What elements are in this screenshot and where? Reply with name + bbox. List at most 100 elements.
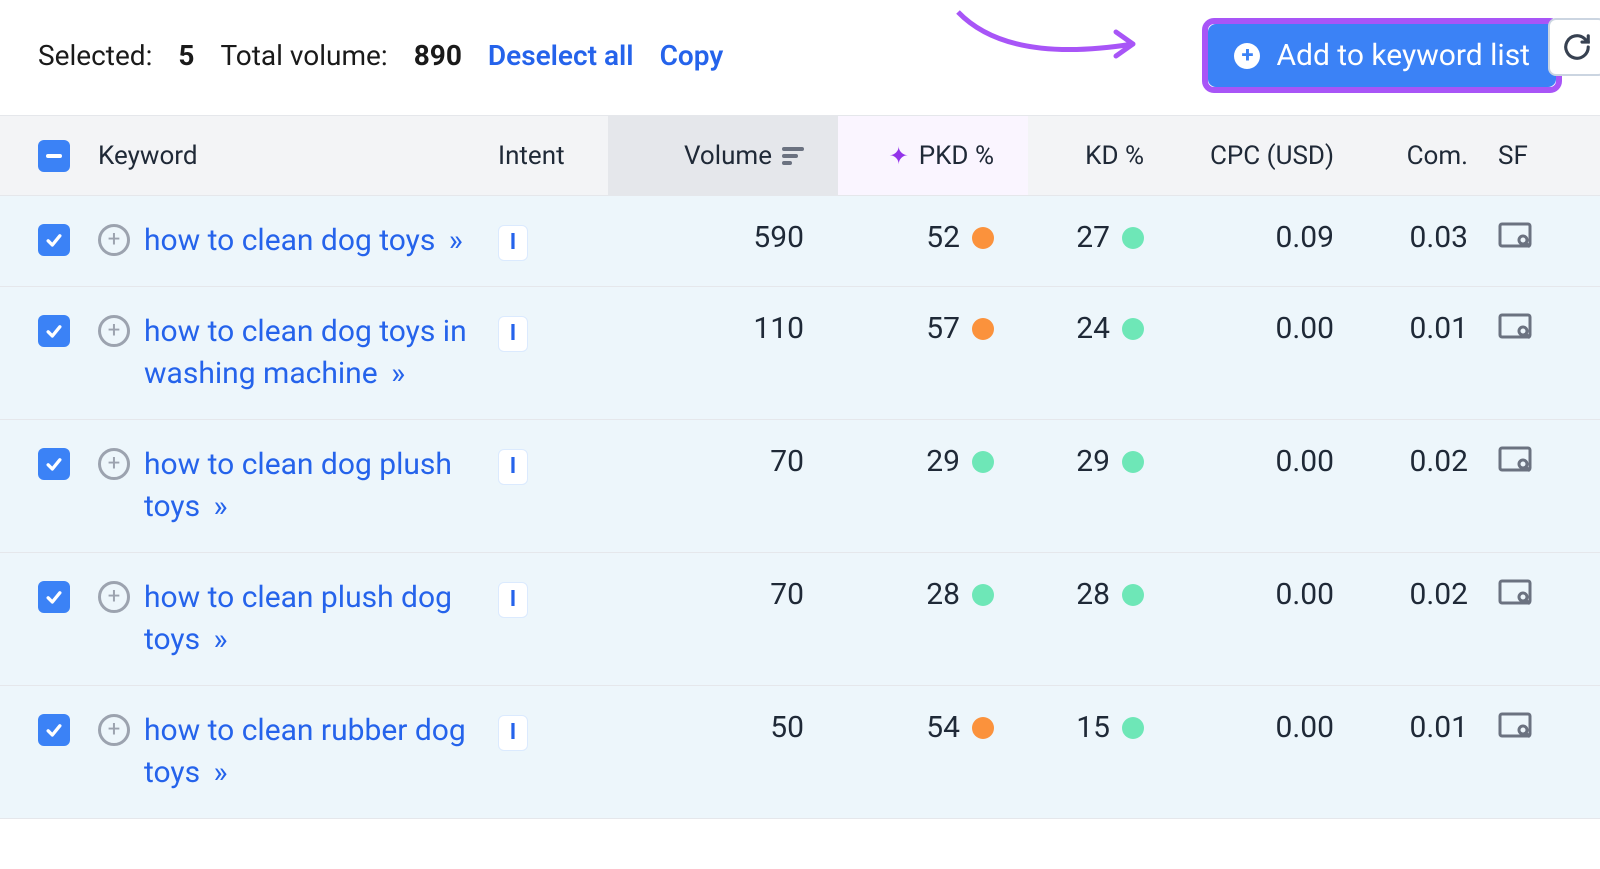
keyword-link[interactable]: how to clean dog toys »: [144, 220, 463, 262]
pkd-cell: 28: [838, 577, 1028, 612]
pkd-value: 52: [926, 220, 960, 255]
kd-value: 24: [1076, 311, 1110, 346]
row-checkbox[interactable]: [38, 315, 70, 347]
keyword-link[interactable]: how to clean rubber dog toys »: [144, 710, 474, 794]
keyword-link[interactable]: how to clean dog toys in washing machine…: [144, 311, 474, 395]
pkd-dot-icon: [972, 318, 994, 340]
pkd-dot-icon: [972, 584, 994, 606]
selected-label: Selected:: [38, 39, 152, 72]
column-keyword[interactable]: Keyword: [98, 141, 498, 171]
cpc-cell: 0.00: [1178, 577, 1368, 612]
copy-link[interactable]: Copy: [660, 39, 724, 72]
serp-features-button[interactable]: [1498, 220, 1568, 250]
row-checkbox[interactable]: [38, 448, 70, 480]
pkd-dot-icon: [972, 451, 994, 473]
open-chevrons-icon: »: [214, 622, 228, 657]
kd-cell: 15: [1028, 710, 1178, 745]
pkd-value: 54: [926, 710, 960, 745]
table-row: + how to clean dog toys in washing machi…: [0, 287, 1600, 420]
serp-features-button[interactable]: [1498, 577, 1568, 607]
deselect-all-link[interactable]: Deselect all: [488, 39, 634, 72]
kd-dot-icon: [1122, 227, 1144, 249]
keyword-text: how to clean rubber dog toys: [144, 713, 466, 790]
com-cell: 0.02: [1368, 444, 1498, 479]
keyword-text: how to clean dog plush toys: [144, 447, 452, 524]
pkd-dot-icon: [972, 717, 994, 739]
intent-badge: I: [498, 715, 528, 751]
add-to-keyword-list-button[interactable]: + Add to keyword list: [1208, 24, 1556, 87]
kd-value: 15: [1076, 710, 1110, 745]
pkd-cell: 54: [838, 710, 1028, 745]
row-checkbox[interactable]: [38, 581, 70, 613]
keyword-text: how to clean dog toys: [144, 223, 435, 258]
volume-cell: 70: [608, 577, 838, 612]
refresh-icon: [1562, 32, 1592, 62]
action-bar: Selected: 5 Total volume: 890 Deselect a…: [0, 0, 1600, 116]
select-all-checkbox[interactable]: [38, 140, 70, 172]
intent-badge: I: [498, 316, 528, 352]
serp-icon: [1498, 311, 1532, 341]
open-chevrons-icon: »: [391, 356, 405, 391]
com-cell: 0.01: [1368, 311, 1498, 346]
table-row: + how to clean dog toys » I 590 52 27 0.…: [0, 196, 1600, 287]
open-chevrons-icon: »: [214, 755, 228, 790]
kd-value: 28: [1076, 577, 1110, 612]
expand-row-button[interactable]: +: [98, 714, 130, 746]
kd-dot-icon: [1122, 717, 1144, 739]
selection-summary: Selected: 5: [38, 39, 194, 72]
expand-row-button[interactable]: +: [98, 448, 130, 480]
kd-dot-icon: [1122, 584, 1144, 606]
total-volume-label: Total volume:: [220, 39, 387, 72]
com-cell: 0.02: [1368, 577, 1498, 612]
expand-row-button[interactable]: +: [98, 315, 130, 347]
serp-features-button[interactable]: [1498, 444, 1568, 474]
sort-desc-icon: [782, 147, 804, 165]
kd-value: 29: [1076, 444, 1110, 479]
open-chevrons-icon: »: [449, 223, 463, 258]
volume-cell: 50: [608, 710, 838, 745]
row-checkbox[interactable]: [38, 714, 70, 746]
kd-value: 27: [1076, 220, 1110, 255]
kd-dot-icon: [1122, 451, 1144, 473]
column-cpc[interactable]: CPC (USD): [1178, 141, 1368, 171]
column-kd[interactable]: KD %: [1028, 141, 1178, 171]
intent-badge: I: [498, 449, 528, 485]
table-row: + how to clean dog plush toys » I 70 29 …: [0, 420, 1600, 553]
sparkle-icon: ✦: [889, 142, 909, 170]
pkd-cell: 52: [838, 220, 1028, 255]
pkd-dot-icon: [972, 227, 994, 249]
cpc-cell: 0.00: [1178, 311, 1368, 346]
column-sf[interactable]: SF: [1498, 141, 1568, 171]
expand-row-button[interactable]: +: [98, 224, 130, 256]
column-volume[interactable]: Volume: [608, 116, 838, 195]
expand-row-button[interactable]: +: [98, 581, 130, 613]
column-pkd[interactable]: ✦ PKD %: [838, 116, 1028, 195]
volume-cell: 590: [608, 220, 838, 255]
com-cell: 0.03: [1368, 220, 1498, 255]
total-volume-value: 890: [414, 39, 462, 72]
keyword-link[interactable]: how to clean plush dog toys »: [144, 577, 474, 661]
cpc-cell: 0.09: [1178, 220, 1368, 255]
row-checkbox[interactable]: [38, 224, 70, 256]
pkd-value: 29: [926, 444, 960, 479]
callout-arrow-icon: [948, 4, 1148, 74]
keyword-text: how to clean plush dog toys: [144, 580, 452, 657]
kd-cell: 27: [1028, 220, 1178, 255]
column-intent[interactable]: Intent: [498, 141, 608, 171]
add-to-list-label: Add to keyword list: [1276, 38, 1530, 73]
cpc-cell: 0.00: [1178, 444, 1368, 479]
pkd-value: 28: [926, 577, 960, 612]
volume-cell: 70: [608, 444, 838, 479]
intent-badge: I: [498, 225, 528, 261]
cpc-cell: 0.00: [1178, 710, 1368, 745]
serp-icon: [1498, 220, 1532, 250]
keyword-text: how to clean dog toys in washing machine: [144, 314, 467, 391]
serp-features-button[interactable]: [1498, 311, 1568, 341]
open-chevrons-icon: »: [214, 489, 228, 524]
plus-icon: +: [1234, 43, 1260, 69]
refresh-button[interactable]: [1548, 18, 1600, 76]
column-pkd-label: PKD %: [919, 141, 994, 171]
column-com[interactable]: Com.: [1368, 141, 1498, 171]
keyword-link[interactable]: how to clean dog plush toys »: [144, 444, 474, 528]
serp-features-button[interactable]: [1498, 710, 1568, 740]
